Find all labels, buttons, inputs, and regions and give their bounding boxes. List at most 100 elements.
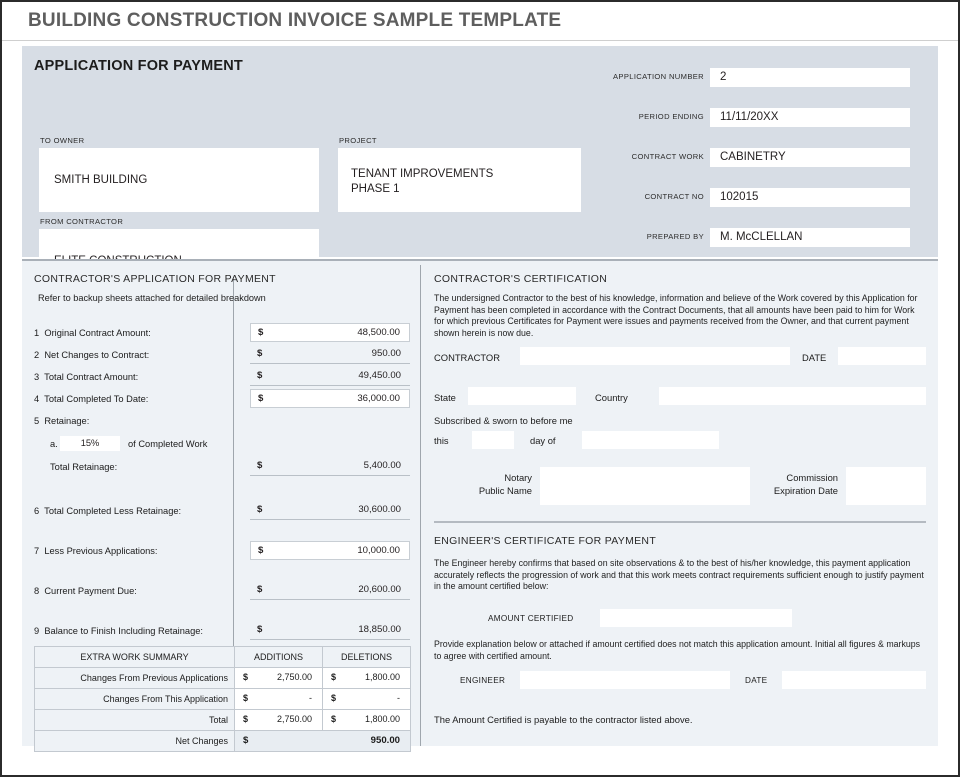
contractors-certification-heading: CONTRACTOR'S CERTIFICATION — [434, 273, 608, 285]
line-9-currency: $ — [257, 624, 263, 635]
value: 2,750.00 — [276, 714, 312, 724]
value: - — [309, 693, 312, 703]
line-6-amount: 30,600.00 — [358, 504, 401, 515]
title-bar: BUILDING CONSTRUCTION INVOICE SAMPLE TEM… — [2, 2, 958, 41]
row-value-net-changes: $ 950.00 — [234, 730, 411, 752]
notary-public-name-field[interactable] — [540, 467, 750, 505]
page-title: BUILDING CONSTRUCTION INVOICE SAMPLE TEM… — [28, 10, 562, 31]
line-item-9: 9 Balance to Finish Including Retainage: — [34, 626, 203, 636]
line-9-amount: 18,850.00 — [358, 624, 401, 635]
column-header-deletions: DELETIONS — [322, 646, 411, 668]
table-row: Changes From Previous Applications $ 2,7… — [34, 667, 411, 689]
row-label-total: Total — [34, 709, 235, 731]
retainage-percent-field[interactable]: 15% — [60, 436, 120, 451]
meta-row-period-ending: PERIOD ENDING 11/11/20XX — [639, 108, 910, 127]
line-4-amount-field[interactable]: $ 36,000.00 — [250, 389, 410, 408]
application-number-field[interactable] — [710, 68, 910, 87]
line-item-6: 6 Total Completed Less Retainage: — [34, 506, 181, 516]
meta-row-contract-no: CONTRACT NO 102015 — [645, 188, 910, 207]
line-1-amount-field[interactable]: $ 48,500.00 — [250, 323, 410, 342]
column-divider — [420, 265, 421, 746]
certification-state-field[interactable] — [468, 387, 576, 405]
value: 950.00 — [370, 735, 400, 746]
contract-no-label: CONTRACT NO — [644, 192, 704, 201]
commission-label-line2: Expiration Date — [773, 484, 838, 496]
certification-day-of-label: day of — [530, 435, 556, 446]
from-contractor-label: FROM CONTRACTOR — [40, 217, 124, 226]
line-4-currency: $ — [258, 393, 264, 404]
line-1-amount: 48,500.00 — [357, 327, 400, 338]
amount-certified-field[interactable] — [600, 609, 792, 627]
table-row: Total $ 2,750.00 $ 1,800.00 — [34, 709, 411, 731]
contract-work-value: CABINETRY — [720, 151, 786, 163]
project-value-line1: TENANT IMPROVEMENTS — [351, 168, 494, 180]
engineer-signature-field[interactable] — [520, 671, 730, 689]
notary-public-name-label: Notary Public Name — [452, 472, 532, 497]
to-owner-value: SMITH BUILDING — [54, 174, 148, 186]
prepared-by-value: M. McCLELLAN — [720, 231, 803, 243]
invoice-page: BUILDING CONSTRUCTION INVOICE SAMPLE TEM… — [0, 0, 960, 777]
application-header-panel: APPLICATION FOR PAYMENT TO OWNER SMITH B… — [22, 46, 938, 293]
period-ending-label: PERIOD ENDING — [638, 112, 704, 121]
line-7-number: 7 — [34, 546, 40, 556]
commission-label-line1: Commission — [786, 472, 838, 483]
backup-sheets-note: Refer to backup sheets attached for deta… — [38, 293, 266, 303]
meta-row-application-number: APPLICATION NUMBER 2 — [613, 68, 910, 87]
period-ending-value: 11/11/20XX — [720, 111, 779, 123]
line-9-number: 9 — [34, 626, 40, 636]
line-4-amount: 36,000.00 — [357, 393, 400, 404]
commission-expiration-date-field[interactable] — [846, 467, 926, 505]
line-7-label: Less Previous Applications: — [44, 546, 158, 556]
certification-date-field[interactable] — [838, 347, 926, 365]
amount-certified-label: AMOUNT CERTIFIED — [488, 614, 574, 623]
line-item-1: 1 Original Contract Amount: — [34, 328, 151, 338]
notary-label-line2: Public Name — [478, 484, 532, 496]
row-additions-changes-previous[interactable]: $ 2,750.00 — [234, 667, 323, 689]
body-panel: CONTRACTOR'S APPLICATION FOR PAYMENT Ref… — [22, 259, 938, 752]
notary-label-line1: Notary — [504, 472, 532, 483]
row-deletions-changes-this[interactable]: $ - — [322, 688, 411, 710]
row-additions-total: $ 2,750.00 — [234, 709, 323, 731]
currency-symbol: $ — [243, 693, 249, 703]
line-1-label: Original Contract Amount: — [44, 328, 151, 338]
row-deletions-total: $ 1,800.00 — [322, 709, 411, 731]
application-number-label: APPLICATION NUMBER — [613, 72, 704, 81]
certification-country-field[interactable] — [659, 387, 926, 405]
contract-no-value: 102015 — [720, 191, 759, 203]
line-item-3: 3 Total Contract Amount: — [34, 372, 138, 382]
contract-work-label: CONTRACT WORK — [631, 152, 704, 161]
row-label-net-changes: Net Changes — [34, 730, 235, 752]
line-8-label: Current Payment Due: — [44, 586, 137, 596]
currency-symbol: $ — [243, 735, 249, 746]
line-2-amount: 950.00 — [371, 348, 401, 359]
total-retainage-amount: 5,400.00 — [363, 460, 401, 471]
line-7-amount-field[interactable]: $ 10,000.00 — [250, 541, 410, 560]
line-8-number: 8 — [34, 586, 40, 596]
certification-day-of-field[interactable] — [582, 431, 719, 449]
row-label-changes-previous: Changes From Previous Applications — [34, 667, 235, 689]
line-5-label: Retainage: — [44, 416, 90, 426]
section-title-application-for-payment: APPLICATION FOR PAYMENT — [34, 58, 243, 74]
certification-state-label: State — [434, 392, 456, 403]
line-7-amount: 10,000.00 — [357, 545, 400, 556]
row-additions-changes-this[interactable]: $ - — [234, 688, 323, 710]
row-deletions-changes-previous[interactable]: $ 1,800.00 — [322, 667, 411, 689]
project-value: TENANT IMPROVEMENTS PHASE 1 — [351, 167, 493, 197]
engineer-date-field[interactable] — [782, 671, 926, 689]
line-3-currency: $ — [257, 370, 263, 381]
total-retainage-amount-field: $ 5,400.00 — [250, 457, 410, 476]
line-5-number: 5 — [34, 416, 40, 426]
certification-country-label: Country — [595, 392, 628, 403]
project-label: PROJECT — [339, 136, 377, 145]
extra-work-summary-table: EXTRA WORK SUMMARY ADDITIONS DELETIONS C… — [34, 646, 411, 752]
column-header-extra-work-summary: EXTRA WORK SUMMARY — [34, 646, 235, 668]
application-amounts-divider — [233, 279, 234, 652]
meta-row-prepared-by: PREPARED BY M. McCLELLAN — [647, 228, 910, 247]
line-1-currency: $ — [258, 327, 264, 338]
line-2-number: 2 — [34, 350, 40, 360]
certification-contractor-field[interactable] — [520, 347, 790, 365]
commission-expiration-date-label: Commission Expiration Date — [738, 472, 838, 497]
line-9-amount-field: $ 18,850.00 — [250, 621, 410, 640]
certification-this-field[interactable] — [472, 431, 514, 449]
line-7-currency: $ — [258, 545, 264, 556]
